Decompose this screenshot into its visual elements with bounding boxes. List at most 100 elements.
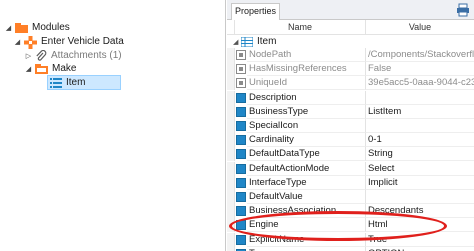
property-row[interactable]: NodePath/Components/Stackoverflo (227, 48, 474, 62)
property-value: False (366, 62, 474, 77)
row-gutter (227, 147, 235, 162)
property-name: InterfaceType (247, 175, 366, 190)
readonly-property-icon (236, 50, 246, 60)
property-name: SpecialIcon (247, 119, 366, 133)
property-row[interactable]: DefaultActionMode Select (227, 161, 474, 176)
property-name: Description (247, 90, 366, 105)
property-icon (236, 106, 246, 117)
property-row[interactable]: InterfaceType Implicit (227, 175, 474, 190)
row-gutter (227, 76, 235, 91)
property-group-item[interactable]: ◢ Item (227, 35, 474, 48)
row-gutter (227, 204, 235, 219)
expand-arrow-icon[interactable]: ◢ (13, 38, 22, 46)
property-name: Cardinality (247, 133, 366, 148)
property-row[interactable]: BusinessAssociation Descendants (227, 204, 474, 219)
property-name: BusinessAssociation (247, 204, 366, 219)
property-row[interactable]: ExplicitName True (227, 232, 474, 247)
property-value[interactable]: Html (366, 218, 474, 233)
folder-icon (15, 23, 28, 33)
property-name: Tag (247, 246, 366, 251)
collapse-arrow-icon[interactable]: ▷ (24, 52, 33, 60)
property-row[interactable]: DefaultValue (227, 190, 474, 204)
tree-node-label: Modules (32, 22, 70, 33)
row-gutter (227, 104, 235, 119)
grid-icon (241, 36, 253, 47)
row-gutter (227, 232, 235, 247)
row-gutter (227, 119, 235, 133)
property-icon (236, 163, 246, 174)
property-icon (236, 135, 246, 146)
tree-node-make[interactable]: ◢ Make (24, 62, 76, 76)
readonly-property-icon (236, 64, 246, 75)
folder-outline-icon (35, 64, 48, 74)
property-value[interactable]: 0-1 (366, 133, 474, 148)
property-value[interactable] (366, 91, 474, 105)
property-value[interactable]: OPTION (366, 247, 474, 251)
property-name: BusinessType (247, 104, 366, 119)
property-row[interactable]: Description (227, 90, 474, 105)
tab-properties[interactable]: Properties (231, 3, 281, 20)
property-name: DefaultActionMode (247, 161, 366, 176)
property-row[interactable]: BusinessType ListItem (227, 104, 474, 119)
property-value[interactable]: True (366, 233, 474, 247)
property-name: Engine (247, 218, 366, 233)
property-row[interactable]: Cardinality 0-1 (227, 133, 474, 148)
property-value[interactable]: ListItem (366, 105, 474, 119)
property-row[interactable]: TagOPTION (227, 246, 474, 251)
property-icon (236, 149, 246, 160)
tree-node-label: Item (66, 77, 86, 88)
property-name: DefaultValue (247, 190, 366, 204)
property-value[interactable] (366, 190, 474, 204)
row-gutter (227, 90, 235, 105)
tree-node-item[interactable]: Item (50, 76, 85, 90)
property-name: HasMissingReferences (247, 62, 366, 77)
property-value[interactable]: Descendants (366, 204, 474, 219)
property-row[interactable]: DefaultDataType String (227, 147, 474, 162)
property-icon (236, 206, 246, 217)
component-icon (24, 35, 37, 49)
paperclip-icon (36, 49, 47, 61)
row-gutter (227, 218, 235, 233)
property-value[interactable]: String (366, 147, 474, 162)
column-header-blank (227, 20, 235, 35)
row-gutter (227, 48, 235, 62)
property-icon (236, 220, 246, 231)
row-gutter (227, 175, 235, 190)
module-tree: ◢ Modules ◢ Enter Vehicle Data ▷ Attachm… (0, 0, 226, 251)
row-gutter (227, 246, 235, 251)
row-gutter (227, 190, 235, 204)
property-name: NodePath (247, 48, 366, 62)
property-row[interactable]: HasMissingReferences False (227, 62, 474, 77)
column-header-value[interactable]: Value (366, 20, 474, 35)
row-gutter (227, 62, 235, 77)
properties-panel: Properties Name Value ◢ Item NodePath/Co… (227, 0, 474, 251)
property-icon (236, 234, 246, 245)
property-name: ExplicitName (247, 232, 366, 247)
property-value[interactable] (366, 119, 474, 133)
expand-arrow-icon[interactable]: ◢ (4, 24, 13, 32)
property-icon (236, 177, 246, 188)
column-header-name[interactable]: Name (235, 20, 366, 35)
expand-arrow-icon[interactable]: ◢ (24, 65, 33, 73)
tree-node-label: Attachments (1) (51, 50, 122, 61)
printer-icon[interactable] (456, 3, 470, 17)
property-icon (236, 121, 246, 131)
row-gutter (227, 133, 235, 148)
properties-tabbar: Properties (227, 0, 474, 20)
property-value[interactable]: Implicit (366, 176, 474, 190)
tree-node-attachments[interactable]: ▷ Attachments (1) (24, 49, 122, 63)
list-item-icon (50, 78, 62, 88)
readonly-property-icon (236, 78, 246, 89)
property-row[interactable]: UniqueId39e5acc5-0aaa-9044-c239-6 (227, 76, 474, 91)
expand-arrow-icon[interactable]: ◢ (233, 38, 241, 46)
property-row[interactable]: SpecialIcon (227, 119, 474, 133)
property-row[interactable]: Engine Html (227, 218, 474, 233)
tree-node-label: Enter Vehicle Data (41, 36, 124, 47)
property-value[interactable]: Select (366, 162, 474, 176)
property-group-label: Item (257, 35, 277, 47)
tree-node-modules[interactable]: ◢ Modules (4, 21, 70, 35)
property-name: UniqueId (247, 76, 366, 91)
tree-node-enter-vehicle-data[interactable]: ◢ Enter Vehicle Data (13, 35, 124, 49)
property-icon (236, 192, 246, 202)
row-gutter (227, 161, 235, 176)
